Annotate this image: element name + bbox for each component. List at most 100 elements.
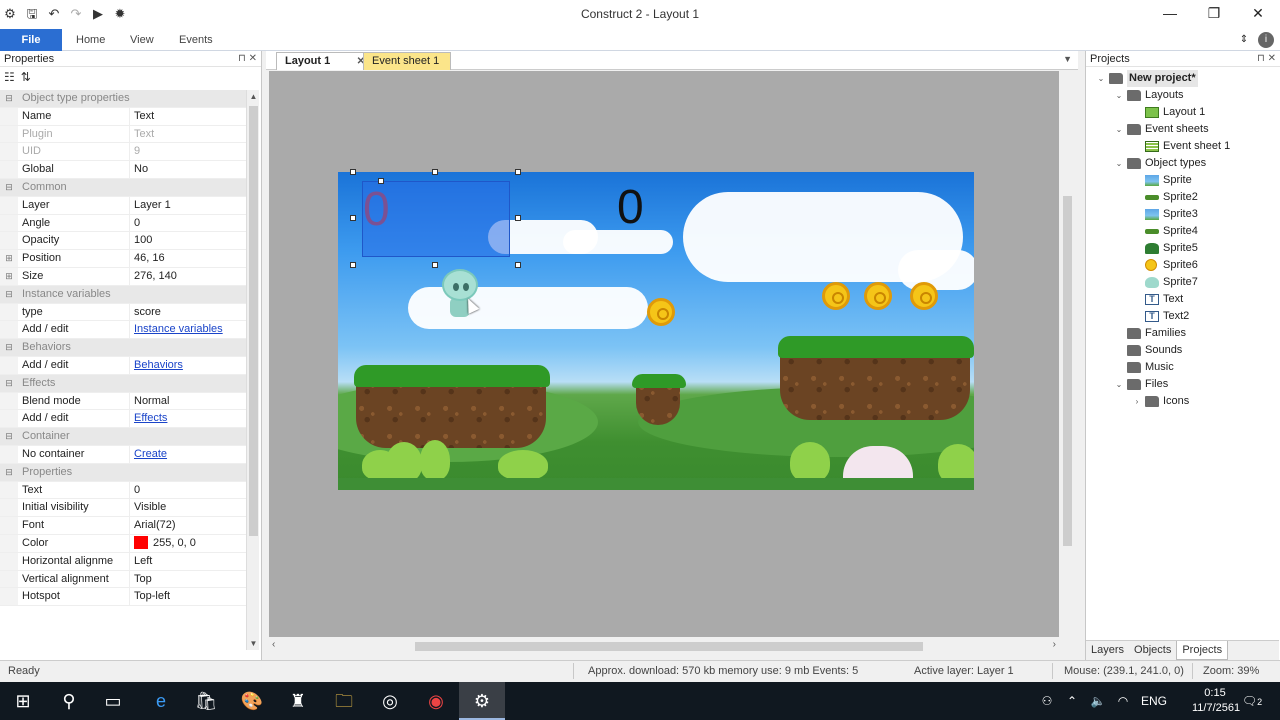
tree-item[interactable]: Sprite6 [1086, 257, 1279, 274]
tree-collapsed-icon[interactable]: › [1132, 393, 1142, 410]
pin-close-icons[interactable]: ⊓ ✕ [1257, 51, 1276, 67]
tab-objects[interactable]: Objects [1129, 641, 1176, 660]
tree-item[interactable]: T Text [1086, 291, 1279, 308]
property-value[interactable]: Layer 1 [130, 197, 258, 214]
property-row[interactable]: Text 0 [0, 481, 258, 500]
property-row[interactable]: Hotspot Top-left [0, 588, 258, 607]
tree-item[interactable]: Sprite4 [1086, 223, 1279, 240]
tree-expanded-icon[interactable]: ⌄ [1096, 70, 1106, 87]
tab-projects[interactable]: Projects [1176, 641, 1229, 660]
property-category[interactable]: ⊟ Behaviors [0, 339, 258, 357]
property-value[interactable]: Text [130, 126, 258, 143]
property-row[interactable]: Opacity 100 [0, 232, 258, 251]
game-app-icon[interactable]: ♜ [275, 682, 321, 720]
expand-icon[interactable]: ⊞ [0, 267, 18, 285]
property-row[interactable]: Horizontal alignme Left [0, 552, 258, 571]
close-button[interactable]: ✕ [1236, 0, 1280, 29]
scroll-right-icon[interactable]: › [1053, 639, 1056, 650]
property-row[interactable]: Add / edit Effects [0, 410, 258, 429]
start-windows-icon[interactable]: ⊞ [0, 682, 46, 720]
property-value[interactable]: Visible [130, 499, 258, 516]
resize-handle[interactable] [515, 262, 521, 268]
tree-item[interactable]: ⌄ Event sheets [1086, 121, 1279, 138]
property-value[interactable]: No [130, 161, 258, 178]
property-value[interactable]: 46, 16 [130, 250, 258, 267]
property-row[interactable]: Vertical alignment Top [0, 570, 258, 589]
tab-view[interactable]: View [118, 29, 166, 51]
property-category[interactable]: ⊟ Container [0, 428, 258, 446]
property-value[interactable]: Arial(72) [130, 517, 258, 534]
wifi-icon[interactable]: ◠ [1113, 682, 1133, 720]
property-value[interactable]: 0 [130, 215, 258, 232]
tree-item[interactable]: ⌄ Layouts [1086, 87, 1279, 104]
collapse-icon[interactable]: ⊟ [0, 90, 18, 107]
collapse-icon[interactable]: ⊟ [0, 463, 18, 481]
tree-item[interactable]: T Text2 [1086, 308, 1279, 325]
property-link[interactable]: Instance variables [134, 323, 223, 335]
property-value[interactable]: Top-left [130, 588, 258, 605]
info-icon[interactable]: i [1258, 32, 1274, 48]
resize-handle[interactable] [432, 262, 438, 268]
property-category[interactable]: ⊟ Effects [0, 374, 258, 393]
tray-chevron-icon[interactable]: ⌃ [1062, 682, 1082, 720]
property-value[interactable]: 9 [130, 143, 258, 160]
properties-scrollbar[interactable]: ▲ ▼ [246, 90, 259, 650]
tree-item[interactable]: ⌄ Object types [1086, 155, 1279, 172]
property-row[interactable]: Add / edit Behaviors [0, 356, 258, 375]
tree-item[interactable]: Sprite5 [1086, 240, 1279, 257]
scroll-up-icon[interactable]: ▲ [247, 92, 260, 101]
resize-handle[interactable] [350, 262, 356, 268]
property-row[interactable]: type score [0, 303, 258, 322]
property-category[interactable]: ⊟ Properties [0, 463, 258, 482]
chrome-icon[interactable]: ◉ [413, 682, 459, 720]
file-explorer-icon[interactable]: 🗀 [321, 682, 367, 720]
tree-expanded-icon[interactable]: ⌄ [1114, 121, 1124, 138]
tabs-dropdown-icon[interactable]: ▼ [1063, 54, 1072, 64]
canvas-hscroll-thumb[interactable] [415, 642, 923, 651]
canvas-vertical-scrollbar[interactable] [1060, 71, 1074, 637]
collapse-icon[interactable]: ⊟ [0, 339, 18, 356]
tree-item[interactable]: Layout 1 [1086, 104, 1279, 121]
property-row[interactable]: UID 9 [0, 143, 258, 162]
tab-layers[interactable]: Layers [1086, 641, 1129, 660]
tree-item[interactable]: ⌄ Files [1086, 376, 1279, 393]
ribbon-collapse-icon[interactable]: ⇕ [1236, 32, 1252, 48]
media-app-icon[interactable]: ◎ [367, 682, 413, 720]
scroll-thumb[interactable] [249, 106, 258, 536]
property-row[interactable]: ⊞ Position 46, 16 [0, 250, 258, 268]
selected-text-object[interactable] [362, 181, 510, 257]
property-row[interactable]: Font Arial(72) [0, 517, 258, 535]
canvas-vscroll-thumb[interactable] [1063, 196, 1072, 546]
tree-item[interactable]: Sprite7 [1086, 274, 1279, 291]
resize-handle[interactable] [350, 169, 356, 175]
score-text-black[interactable]: 0 [617, 178, 644, 238]
resize-handle[interactable] [515, 215, 521, 221]
tree-item[interactable]: › Icons [1086, 393, 1279, 410]
property-row[interactable]: ⊞ Size 276, 140 [0, 267, 258, 286]
search-icon[interactable]: ⚲ [46, 682, 92, 720]
property-row[interactable]: Global No [0, 161, 258, 179]
property-value[interactable]: Behaviors [130, 357, 258, 374]
property-row[interactable]: Name Text [0, 107, 258, 126]
property-link[interactable]: Behaviors [134, 359, 183, 371]
property-value[interactable]: 276, 140 [130, 268, 258, 285]
categorized-icon[interactable]: ☷ [4, 70, 15, 84]
notification-icon[interactable]: 🗨2 [1240, 682, 1264, 720]
property-row[interactable]: No container Create [0, 445, 258, 464]
volume-icon[interactable]: 🔈 [1088, 682, 1108, 720]
tree-item[interactable]: Event sheet 1 [1086, 138, 1279, 155]
expand-icon[interactable]: ⊞ [0, 250, 18, 267]
tree-item[interactable]: Sprite2 [1086, 189, 1279, 206]
property-value[interactable]: 100 [130, 232, 258, 249]
property-value[interactable]: Text [130, 108, 258, 125]
collapse-icon[interactable]: ⊟ [0, 178, 18, 196]
tree-expanded-icon[interactable]: ⌄ [1114, 155, 1124, 172]
paint-app-icon[interactable]: 🎨 [229, 682, 275, 720]
language-indicator[interactable]: ENG [1138, 682, 1170, 720]
property-value[interactable]: Create [130, 446, 258, 463]
canvas-horizontal-scrollbar[interactable]: ‹ › [269, 639, 1059, 653]
scroll-left-icon[interactable]: ‹ [272, 639, 275, 650]
property-row[interactable]: Plugin Text [0, 125, 258, 144]
sort-alpha-icon[interactable]: ⇅ [21, 70, 31, 84]
property-row[interactable]: Blend mode Normal [0, 392, 258, 411]
